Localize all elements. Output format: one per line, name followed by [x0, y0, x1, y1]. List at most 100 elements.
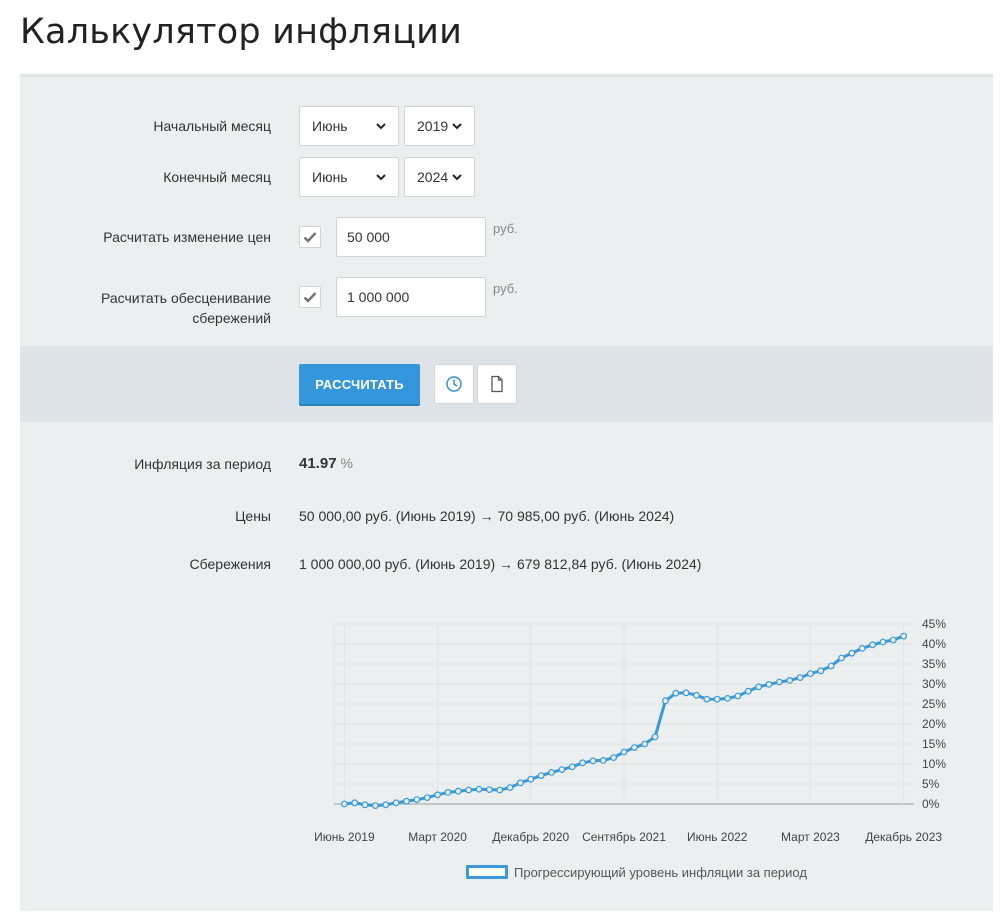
- data-point: [682, 689, 690, 697]
- y-tick-label: 15%: [922, 737, 946, 751]
- data-point: [579, 759, 586, 767]
- data-point: [744, 687, 752, 695]
- prices-checkbox[interactable]: [299, 226, 321, 248]
- data-point: [496, 786, 504, 794]
- data-point: [475, 785, 483, 793]
- calculator-panel: Начальный месяц Июнь 2019 Конечный месяц…: [20, 74, 993, 911]
- data-point: [775, 678, 783, 686]
- savings-checkbox[interactable]: [299, 286, 321, 308]
- data-point: [889, 636, 897, 644]
- x-tick-label: Март 2020: [408, 830, 467, 844]
- end-month-label: Конечный месяц: [163, 169, 271, 185]
- savings-label: Расчитать обесценивание сбережений: [31, 288, 271, 328]
- end-month-select[interactable]: Июнь: [299, 157, 399, 197]
- y-tick-label: 10%: [922, 757, 946, 771]
- document-button[interactable]: [477, 364, 517, 404]
- prices-result-label: Цены: [235, 508, 271, 524]
- inflation-value: 41.97: [299, 455, 337, 472]
- data-point: [548, 768, 555, 776]
- data-point: [807, 670, 814, 677]
- chart-legend[interactable]: Прогрессирующий уровень инфляции за пери…: [466, 862, 807, 882]
- end-year-select[interactable]: 2024: [404, 157, 475, 197]
- data-point: [434, 791, 441, 799]
- end-month-value: Июнь: [312, 169, 348, 185]
- data-point: [724, 694, 731, 702]
- data-point: [340, 800, 348, 808]
- savings-unit: руб.: [493, 281, 518, 296]
- data-point: [423, 794, 431, 802]
- data-point: [382, 801, 390, 809]
- y-tick-label: 35%: [922, 657, 946, 671]
- data-point: [693, 691, 700, 699]
- data-point: [786, 677, 794, 684]
- chevron-down-icon: [452, 174, 462, 181]
- data-point: [827, 662, 835, 670]
- data-point: [796, 674, 804, 681]
- savings-amount-input[interactable]: 1 000 000: [336, 277, 486, 317]
- start-year-select[interactable]: 2019: [404, 106, 475, 146]
- inflation-label: Инфляция за период: [134, 456, 271, 472]
- x-tick-label: Март 2023: [781, 830, 840, 844]
- start-month-value: Июнь: [312, 118, 348, 134]
- calculate-button[interactable]: РАССЧИТАТЬ: [299, 364, 420, 404]
- data-point: [734, 692, 742, 700]
- x-tick-label: Июнь 2022: [687, 830, 748, 844]
- inflation-unit: %: [340, 455, 353, 471]
- history-button[interactable]: [434, 364, 474, 404]
- data-point: [392, 799, 400, 807]
- chevron-down-icon: [376, 174, 386, 181]
- x-tick-label: Июнь 2019: [314, 830, 375, 844]
- savings-label-line2: сбережений: [192, 310, 271, 326]
- data-point: [537, 772, 545, 780]
- data-point: [517, 779, 524, 787]
- data-point: [465, 786, 473, 794]
- y-tick-label: 30%: [922, 677, 946, 691]
- data-point: [527, 775, 535, 783]
- data-point: [454, 787, 462, 795]
- data-point: [403, 797, 410, 805]
- data-point: [641, 740, 649, 748]
- start-month-select[interactable]: Июнь: [299, 106, 399, 146]
- data-point: [703, 695, 711, 703]
- data-point: [755, 683, 763, 691]
- data-point: [568, 763, 576, 771]
- data-point: [506, 784, 514, 792]
- data-point: [351, 799, 359, 807]
- inflation-chart: 0% 5% 10% 15% 20% 25% 30% 35% 40% 45% Июнь 2019 Мар…: [314, 617, 946, 844]
- data-point: [879, 638, 887, 646]
- data-point: [651, 733, 659, 741]
- x-tick-label: Декабрь 2023: [865, 830, 942, 844]
- data-point: [672, 689, 680, 697]
- data-point: [630, 744, 638, 752]
- action-bar: РАССЧИТАТЬ: [20, 346, 993, 422]
- chevron-down-icon: [376, 123, 386, 130]
- data-point: [599, 756, 607, 764]
- data-point: [610, 754, 618, 762]
- prices-result-value: 50 000,00 руб. (Июнь 2019) → 70 985,00 р…: [299, 508, 675, 524]
- y-tick-label: 45%: [922, 617, 946, 631]
- document-icon: [491, 375, 503, 393]
- data-point: [444, 788, 452, 796]
- y-tick-label: 25%: [922, 697, 946, 711]
- chevron-down-icon: [452, 123, 462, 130]
- data-point: [558, 766, 566, 774]
- data-point: [869, 641, 876, 649]
- data-point: [765, 680, 773, 688]
- savings-result-label: Сбережения: [189, 556, 271, 572]
- end-year-value: 2024: [417, 169, 449, 185]
- page-title: Калькулятор инфляции: [20, 12, 463, 52]
- prices-amount-input[interactable]: 50 000: [336, 217, 486, 257]
- data-point: [858, 645, 866, 652]
- y-tick-label: 5%: [922, 777, 940, 791]
- checkmark-icon: [303, 292, 317, 303]
- data-point: [662, 697, 669, 705]
- data-point: [838, 654, 845, 662]
- data-point: [848, 649, 856, 657]
- prices-unit: руб.: [493, 221, 518, 236]
- savings-result-value: 1 000 000,00 руб. (Июнь 2019) → 679 812,…: [299, 556, 702, 572]
- savings-label-line1: Расчитать обесценивание: [101, 290, 271, 306]
- data-point: [900, 632, 908, 640]
- start-month-label: Начальный месяц: [153, 118, 271, 134]
- panel-divider: [20, 74, 993, 77]
- clock-icon: [446, 376, 462, 392]
